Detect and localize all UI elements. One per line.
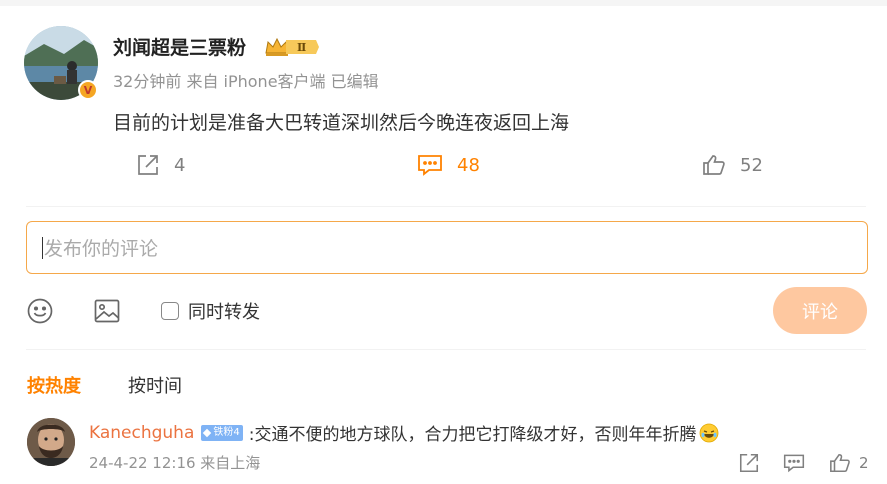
share-button[interactable]: 4 (136, 150, 185, 180)
submit-comment-button[interactable]: 评论 (773, 287, 867, 334)
comment-meta: 24-4-22 12:16 来自上海 (89, 454, 261, 472)
svg-text:Ⅱ: Ⅱ (297, 41, 306, 54)
like-count: 52 (740, 154, 763, 176)
like-button[interactable]: 52 (702, 150, 763, 180)
tab-sort-hot[interactable]: 按热度 (27, 372, 81, 398)
comment-icon (783, 454, 805, 473)
commenter-name[interactable]: Kanechguha (89, 423, 194, 443)
comment-button[interactable]: 48 (417, 150, 480, 180)
repost-label: 同时转发 (188, 302, 260, 323)
comment-input-placeholder: 发布你的评论 (44, 238, 159, 260)
comment-count: 48 (457, 154, 480, 176)
section-divider (26, 206, 866, 207)
comment-like-button[interactable]: 2 (829, 452, 869, 474)
emoji-icon[interactable] (26, 297, 54, 325)
comment-like-count: 2 (859, 454, 869, 472)
laughing-emoji-icon (699, 423, 718, 442)
section-divider (26, 349, 866, 350)
tab-sort-time[interactable]: 按时间 (128, 372, 182, 398)
comment-input[interactable]: 发布你的评论 (26, 221, 868, 274)
commenter-avatar[interactable] (27, 418, 75, 466)
text-caret (42, 236, 43, 259)
top-divider (0, 0, 887, 6)
comment-share-button[interactable] (738, 452, 760, 474)
post-meta: 32分钟前 来自 iPhone客户端 已编辑 (113, 72, 379, 91)
diamond-icon (203, 428, 212, 437)
share-icon (138, 155, 158, 175)
comment-text: :交通不便的地方球队，合力把它打降级才好，否则年年折腾 (248, 425, 697, 445)
post-content: 目前的计划是准备大巴转道深圳然后今晚连夜返回上海 (113, 112, 570, 134)
fan-badge-label: 铁粉4 (213, 426, 240, 438)
fan-badge[interactable]: 铁粉4 (201, 424, 243, 441)
post-author-name[interactable]: 刘闻超是三票粉 (113, 33, 246, 60)
repost-checkbox[interactable] (161, 302, 179, 320)
share-icon (739, 453, 759, 473)
thumbs-up-icon (703, 155, 725, 175)
image-icon[interactable] (93, 297, 121, 325)
comment-icon (418, 155, 442, 176)
share-count: 4 (174, 154, 186, 176)
verified-badge: V (78, 80, 98, 100)
repost-toggle[interactable]: 同时转发 (161, 298, 260, 324)
thumbs-up-icon (830, 453, 850, 473)
member-crown-icon[interactable]: Ⅱ (264, 36, 320, 58)
comment-reply-button[interactable] (783, 452, 805, 474)
comment-line: Kanechguha 铁粉4 :交通不便的地方球队，合力把它打降级才好，否则年年… (89, 420, 719, 445)
